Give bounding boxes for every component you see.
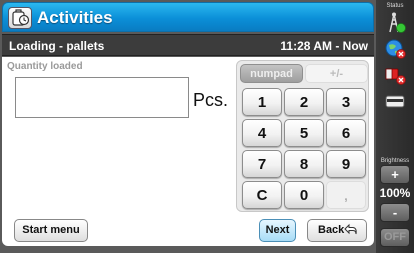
card-reader-icon[interactable] [384, 91, 406, 113]
key-6[interactable]: 6 [326, 119, 366, 147]
title-bar: Activities [2, 2, 374, 32]
key-2[interactable]: 2 [284, 88, 324, 116]
content-area: Quantity loaded Pcs. numpad +/- 1 2 3 4 … [2, 57, 374, 246]
back-button-label: Back [318, 224, 345, 236]
key-clear[interactable]: C [242, 181, 282, 209]
key-decimal[interactable]: , [326, 181, 366, 209]
back-button[interactable]: Back [307, 219, 367, 242]
antenna-status-icon[interactable] [384, 12, 406, 34]
start-menu-button[interactable]: Start menu [14, 219, 88, 242]
next-button[interactable]: Next [259, 219, 296, 242]
activities-icon[interactable] [8, 7, 32, 29]
app-frame: Activities Loading - pallets 11:28 AM - … [0, 0, 414, 253]
subheader-bar: Loading - pallets 11:28 AM - Now [2, 34, 374, 56]
brightness-off-button[interactable]: OFF [380, 228, 410, 247]
globe-status-icon[interactable] [384, 38, 406, 60]
key-1[interactable]: 1 [242, 88, 282, 116]
tab-numpad[interactable]: numpad [240, 64, 303, 83]
brightness-label: Brightness [380, 158, 410, 164]
activity-name: Loading - pallets [9, 39, 105, 53]
brightness-value: 100% [379, 186, 411, 200]
status-sidebar: Status Brightness + 100% - OFF [376, 0, 414, 253]
key-8[interactable]: 8 [284, 150, 324, 178]
key-5[interactable]: 5 [284, 119, 324, 147]
truck-status-icon[interactable] [384, 64, 406, 86]
numeric-keypad: numpad +/- 1 2 3 4 5 6 7 8 9 C 0 , [236, 60, 369, 212]
brightness-decrease-button[interactable]: - [380, 203, 410, 222]
brightness-increase-button[interactable]: + [380, 165, 410, 184]
tab-plus-minus[interactable]: +/- [305, 64, 368, 83]
activity-time: 11:28 AM - Now [280, 39, 368, 53]
key-3[interactable]: 3 [326, 88, 366, 116]
status-label: Status [386, 3, 404, 9]
quantity-label: Quantity loaded [7, 61, 83, 72]
key-4[interactable]: 4 [242, 119, 282, 147]
key-7[interactable]: 7 [242, 150, 282, 178]
key-0[interactable]: 0 [284, 181, 324, 209]
window-title: Activities [37, 8, 113, 27]
quantity-input[interactable] [15, 77, 189, 118]
back-arrow-icon [344, 223, 357, 235]
main-panel: Activities Loading - pallets 11:28 AM - … [0, 0, 376, 253]
quantity-unit: Pcs. [193, 90, 229, 110]
key-9[interactable]: 9 [326, 150, 366, 178]
